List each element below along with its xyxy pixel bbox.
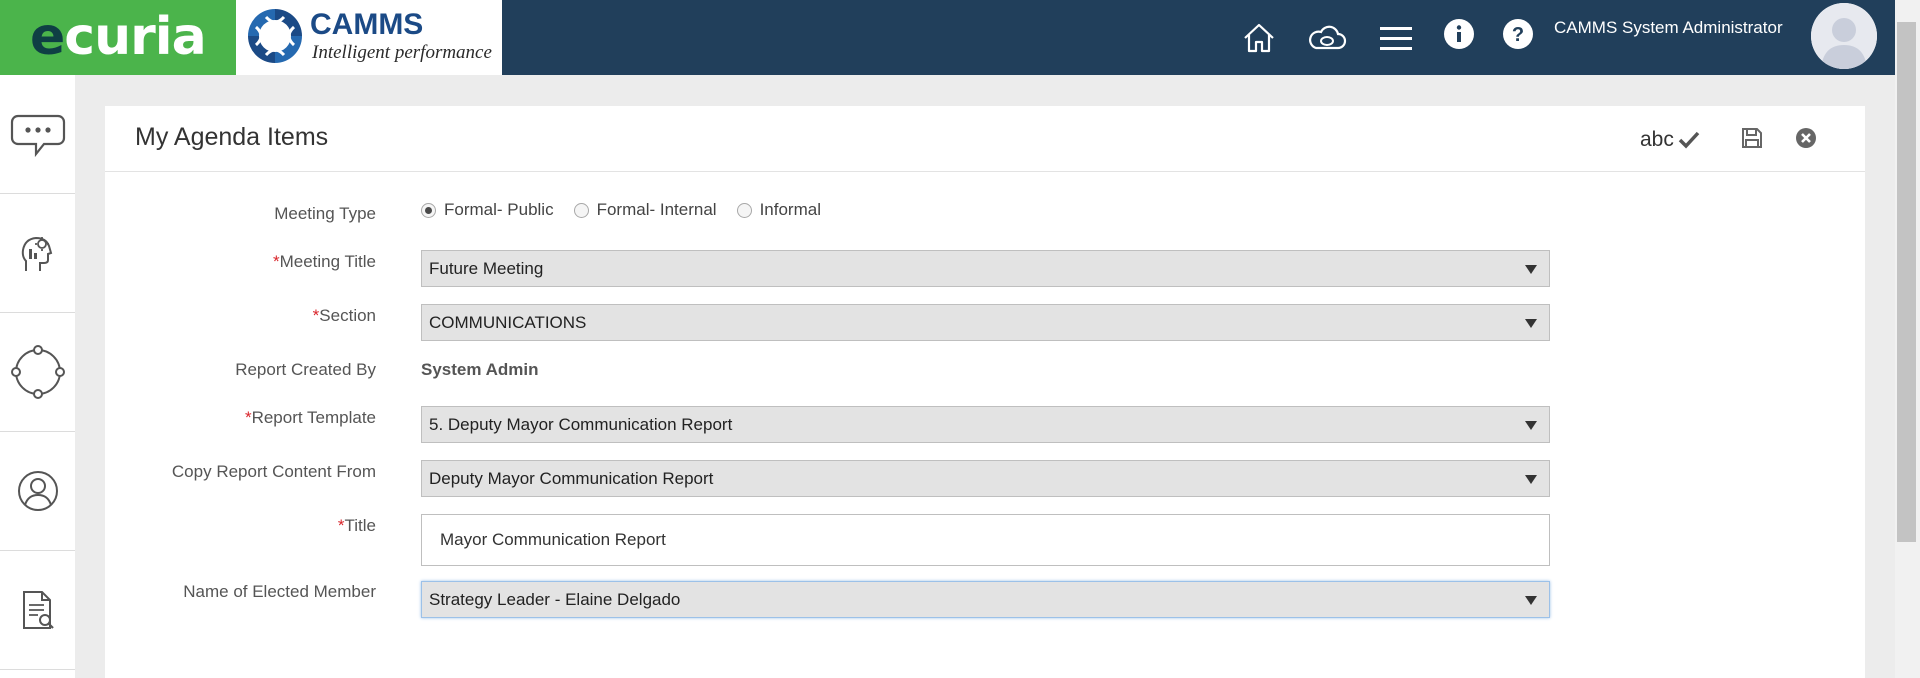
radio-informal[interactable]: Informal	[736, 200, 821, 220]
radio-button[interactable]	[736, 202, 752, 218]
nav-cycle[interactable]	[0, 313, 75, 432]
radio-button-selected[interactable]	[421, 202, 436, 218]
radio-label: Formal- Public	[444, 200, 554, 219]
page-scrollbar[interactable]	[1895, 0, 1920, 678]
save-button[interactable]	[1740, 126, 1764, 155]
spell-check-button[interactable]: abc	[1640, 126, 1701, 154]
report-template-label: *Report Template	[244, 408, 376, 427]
document-search-icon	[22, 591, 54, 629]
meeting-type-label: Meeting Type	[274, 204, 376, 223]
report-template-select[interactable]: 5. Deputy Mayor Communication Report	[421, 406, 1550, 443]
report-created-by-label: Report Created By	[235, 360, 376, 379]
ecuria-logo[interactable]: ecuria	[0, 0, 236, 75]
dropdown-arrow-icon	[1525, 596, 1537, 605]
title-input[interactable]: Mayor Communication Report	[421, 514, 1550, 566]
nav-chat[interactable]	[0, 75, 75, 194]
close-icon	[1796, 128, 1816, 148]
save-icon	[1742, 128, 1762, 148]
top-header: ecuria CAMMS Intelligent performance ? C…	[0, 0, 1895, 75]
camms-logo-name: CAMMS	[310, 8, 424, 41]
home-icon[interactable]	[1239, 18, 1279, 58]
spell-check-label: abc	[1640, 128, 1674, 151]
agenda-item-panel: My Agenda Items abc Meeting Type Formal-…	[105, 106, 1865, 678]
dropdown-arrow-icon	[1525, 421, 1537, 430]
copy-report-content-label: Copy Report Content From	[171, 462, 376, 481]
title-input-value: Mayor Communication Report	[440, 530, 666, 549]
left-nav	[0, 75, 75, 678]
report-template-value: 5. Deputy Mayor Communication Report	[429, 415, 733, 434]
scrollbar-thumb[interactable]	[1897, 22, 1916, 542]
camms-swirl-icon	[246, 7, 304, 65]
user-circle-icon	[17, 471, 58, 511]
title-label: *Title	[337, 516, 376, 535]
settings-head-icon	[21, 236, 52, 271]
ecuria-logo-text: ecuria	[30, 7, 207, 67]
required-marker: *	[337, 516, 345, 535]
user-name[interactable]: CAMMS System Administrator	[1554, 18, 1783, 38]
meeting-type-radio-group: Formal- Public Formal- Internal Informal	[421, 200, 841, 220]
dropdown-arrow-icon	[1525, 475, 1537, 484]
camms-logo-tagline: Intelligent performance	[312, 42, 492, 63]
dropdown-arrow-icon	[1525, 319, 1537, 328]
elected-member-value: Strategy Leader - Elaine Delgado	[429, 590, 681, 609]
section-label: *Section	[312, 306, 376, 325]
cycle-icon	[10, 345, 65, 399]
meeting-title-label: *Meeting Title	[272, 252, 376, 271]
radio-button[interactable]	[573, 202, 589, 218]
panel-header: My Agenda Items abc	[105, 106, 1865, 172]
check-icon	[1678, 131, 1700, 149]
section-select[interactable]: COMMUNICATIONS	[421, 304, 1550, 341]
elected-member-select[interactable]: Strategy Leader - Elaine Delgado	[421, 581, 1550, 618]
dropdown-arrow-icon	[1525, 265, 1537, 274]
avatar[interactable]	[1811, 3, 1877, 69]
report-created-by-value: System Admin	[421, 360, 539, 379]
elected-member-label: Name of Elected Member	[183, 582, 376, 601]
camms-logo[interactable]: CAMMS Intelligent performance	[236, 0, 502, 75]
info-icon[interactable]	[1439, 18, 1479, 58]
radio-label: Informal	[759, 200, 821, 219]
radio-label: Formal- Internal	[596, 200, 717, 219]
svg-text:?: ?	[1512, 24, 1524, 46]
chat-icon	[10, 114, 65, 158]
copy-report-content-value: Deputy Mayor Communication Report	[429, 469, 714, 488]
nav-profile[interactable]	[0, 432, 75, 551]
cloud-sync-icon[interactable]	[1307, 18, 1347, 58]
meeting-title-value: Future Meeting	[429, 259, 544, 278]
meeting-title-select[interactable]: Future Meeting	[421, 250, 1550, 287]
section-value: COMMUNICATIONS	[429, 313, 587, 332]
menu-icon[interactable]	[1376, 18, 1416, 58]
radio-formal-internal[interactable]: Formal- Internal	[573, 200, 717, 220]
help-icon[interactable]: ?	[1498, 18, 1538, 58]
copy-report-content-select[interactable]: Deputy Mayor Communication Report	[421, 460, 1550, 497]
close-button[interactable]	[1794, 126, 1818, 155]
nav-strategy[interactable]	[0, 194, 75, 313]
required-marker: *	[272, 252, 280, 271]
radio-formal-public[interactable]: Formal- Public	[421, 200, 554, 220]
nav-documents[interactable]	[0, 551, 75, 670]
required-marker: *	[244, 408, 252, 427]
page-title: My Agenda Items	[135, 123, 329, 151]
